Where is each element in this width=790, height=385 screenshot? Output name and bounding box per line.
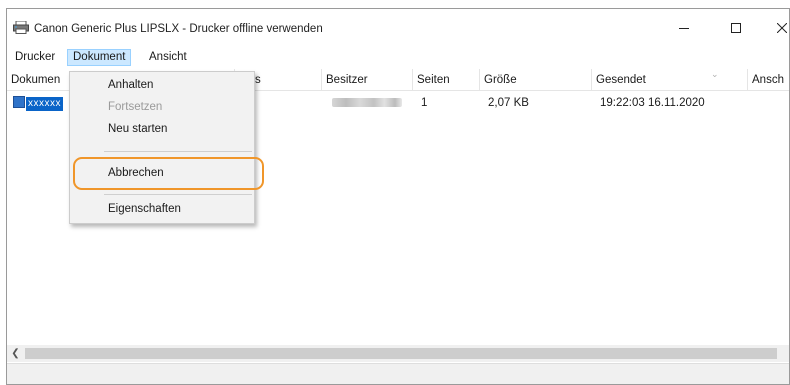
print-queue-window: Canon Generic Plus LIPSLX - Drucker offl… [6, 8, 790, 385]
owner-redacted [332, 98, 402, 107]
scroll-left-icon[interactable]: ❮ [7, 345, 24, 362]
menu-item-fortsetzen: Fortsetzen [108, 101, 163, 113]
menu-item-neu-starten[interactable]: Neu starten [70, 118, 254, 140]
menu-divider [104, 194, 252, 195]
printer-icon [13, 21, 29, 34]
column-owner[interactable]: Besitzer [322, 69, 413, 91]
sort-indicator-icon: ⌄ [711, 69, 719, 79]
close-icon [777, 23, 787, 33]
column-sent[interactable]: Gesendet [592, 69, 748, 91]
minimize-icon [679, 28, 689, 29]
status-bar [7, 363, 789, 384]
column-port[interactable]: Ansch [748, 69, 789, 91]
pages-cell: 1 [421, 97, 428, 109]
column-pages[interactable]: Seiten [413, 69, 480, 91]
dokument-dropdown-menu: Anhalten Fortsetzen Neu starten Abbreche… [69, 71, 264, 224]
close-button[interactable] [759, 13, 789, 43]
menu-ansicht[interactable]: Ansicht [144, 49, 192, 66]
menu-item-eigenschaften[interactable]: Eigenschaften [70, 198, 254, 220]
size-cell: 2,07 KB [488, 97, 529, 109]
document-icon [13, 96, 25, 108]
menu-item-anhalten[interactable]: Anhalten [70, 74, 254, 96]
document-cell[interactable]: xxxxxx [9, 93, 63, 113]
scrollbar-thumb[interactable] [25, 348, 777, 359]
maximize-icon [731, 23, 741, 33]
window-title: Canon Generic Plus LIPSLX - Drucker offl… [34, 23, 323, 35]
menu-dokument[interactable]: Dokument [67, 49, 132, 66]
horizontal-scrollbar[interactable]: ❮ [7, 345, 789, 362]
highlight-annotation [73, 157, 264, 190]
title-bar[interactable]: Canon Generic Plus LIPSLX - Drucker offl… [7, 9, 789, 47]
minimize-button[interactable] [661, 13, 707, 43]
menu-divider [104, 151, 252, 152]
maximize-button[interactable] [713, 13, 759, 43]
sent-cell: 19:22:03 16.11.2020 [600, 97, 705, 109]
document-name: xxxxxx [26, 97, 63, 111]
menu-bar: Drucker Dokument Ansicht [7, 47, 789, 67]
column-size[interactable]: Größe [480, 69, 592, 91]
menu-drucker[interactable]: Drucker [10, 49, 60, 66]
